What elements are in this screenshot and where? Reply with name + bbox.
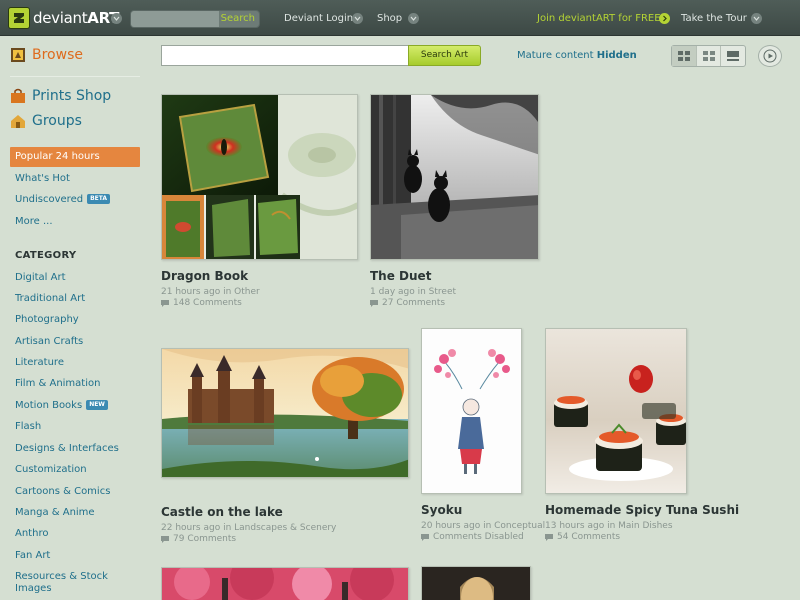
artwork-comments-label: 27 Comments (382, 298, 446, 308)
artwork-title-the-duet[interactable]: The Duet (370, 269, 431, 283)
artwork-thumbnail-castle-on-the-lake[interactable] (161, 348, 409, 478)
login-chevron-icon[interactable] (352, 13, 363, 24)
category-fan-art[interactable]: Fan Art (15, 550, 50, 562)
deviantart-logo-icon[interactable] (8, 7, 30, 29)
top-navigation-bar: deviantART Search Deviant Login Shop Joi… (0, 0, 800, 36)
sidebar-groups[interactable]: Groups (10, 113, 82, 129)
sidebar-prints-shop[interactable]: Prints Shop (10, 88, 111, 104)
brand-wordmark-light: deviant (33, 9, 88, 27)
sidebar-groups-label: Groups (32, 113, 82, 129)
tour-chevron-icon[interactable] (751, 13, 762, 24)
artwork-title-spicy-tuna-sushi[interactable]: Homemade Spicy Tuna Sushi (545, 503, 739, 517)
mature-content-label: Mature content (517, 50, 594, 61)
artwork-thumbnail-dragon-book[interactable] (161, 94, 358, 260)
sidebar-divider (10, 76, 140, 77)
beta-badge: BETA (87, 194, 111, 204)
sidebar-prints-shop-label: Prints Shop (32, 88, 112, 104)
category-flash[interactable]: Flash (15, 421, 41, 433)
artwork-meta-syoku: 20 hours ago in Conceptual (421, 521, 546, 531)
category-heading: CATEGORY (15, 250, 77, 261)
join-arrow-icon[interactable] (659, 13, 670, 24)
deviant-login-link[interactable]: Deviant Login (284, 13, 353, 25)
artwork-comments-dragon-book[interactable]: 148 Comments (161, 298, 242, 308)
comment-bubble-icon (370, 299, 378, 307)
category-motion-books-label: Motion Books (15, 400, 83, 411)
view-mode-switcher (671, 45, 746, 67)
artwork-thumbnail-the-duet[interactable] (370, 94, 539, 260)
category-designs-interfaces[interactable]: Designs & Interfaces (15, 443, 119, 455)
category-anthro[interactable]: Anthro (15, 528, 48, 540)
artwork-thumbnail-syoku[interactable] (421, 328, 522, 494)
join-link[interactable]: Join deviantART for FREE (537, 13, 661, 25)
take-the-tour-link[interactable]: Take the Tour (681, 13, 747, 25)
mature-content-value: Hidden (596, 50, 637, 61)
search-art-button[interactable]: Search Art (408, 45, 481, 66)
slideshow-strip-icon[interactable] (721, 46, 745, 66)
left-sidebar: Browse Prints Shop Groups Popular 24 hou… (0, 36, 150, 600)
brand-wordmark[interactable]: deviantART (33, 9, 119, 27)
comment-bubble-icon (545, 533, 553, 541)
browse-icon (10, 47, 26, 63)
category-manga-anime[interactable]: Manga & Anime (15, 507, 95, 519)
artwork-comments-label: 54 Comments (557, 532, 621, 542)
grid-small-icon[interactable] (697, 46, 722, 66)
category-digital-art[interactable]: Digital Art (15, 272, 65, 284)
sort-whats-hot[interactable]: What's Hot (15, 173, 70, 185)
comment-bubble-icon (161, 299, 169, 307)
artwork-meta-the-duet: 1 day ago in Street (370, 287, 457, 297)
topbar-search-button[interactable]: Search (221, 12, 255, 26)
artwork-thumbnail-partial-portrait[interactable] (421, 566, 531, 600)
artwork-thumbnail-partial-forest[interactable] (161, 567, 409, 600)
comment-bubble-icon (161, 535, 169, 543)
category-photography[interactable]: Photography (15, 314, 79, 326)
sidebar-browse[interactable]: Browse (10, 47, 83, 63)
artwork-title-castle-on-the-lake[interactable]: Castle on the lake (161, 505, 283, 519)
brand-menu-chevron-icon[interactable] (111, 13, 122, 24)
grid-large-icon[interactable] (672, 46, 697, 66)
category-resources-stock-images[interactable]: Resources & Stock Images (15, 571, 115, 595)
sort-more[interactable]: More ... (15, 216, 53, 228)
category-artisan-crafts[interactable]: Artisan Crafts (15, 336, 83, 348)
artwork-meta-castle-on-the-lake: 22 hours ago in Landscapes & Scenery (161, 523, 337, 533)
artwork-comments-label: 79 Comments (173, 534, 237, 544)
artwork-comments-the-duet[interactable]: 27 Comments (370, 298, 445, 308)
shop-link[interactable]: Shop (377, 13, 402, 25)
groups-house-icon (10, 113, 26, 129)
sort-undiscovered-label: Undiscovered (15, 194, 84, 205)
category-film-animation[interactable]: Film & Animation (15, 378, 100, 390)
shop-chevron-icon[interactable] (408, 13, 419, 24)
sidebar-browse-label: Browse (32, 47, 83, 63)
new-badge: NEW (86, 400, 108, 410)
artwork-comments-label: Comments Disabled (433, 532, 524, 542)
artwork-comments-syoku: Comments Disabled (421, 532, 524, 542)
art-search-input[interactable] (161, 45, 409, 66)
category-cartoons-comics[interactable]: Cartoons & Comics (15, 486, 110, 498)
artwork-comments-castle-on-the-lake[interactable]: 79 Comments (161, 534, 236, 544)
play-icon[interactable] (758, 45, 782, 67)
artwork-meta-spicy-tuna-sushi: 13 hours ago in Main Dishes (545, 521, 673, 531)
sort-undiscovered[interactable]: Undiscovered BETA (15, 194, 111, 206)
category-motion-books[interactable]: Motion Books NEW (15, 400, 108, 412)
topbar-search: Search (130, 10, 260, 28)
shopping-bag-icon (10, 88, 26, 104)
artwork-meta-dragon-book: 21 hours ago in Other (161, 287, 260, 297)
artwork-thumbnail-spicy-tuna-sushi[interactable] (545, 328, 687, 494)
topbar-search-input[interactable] (131, 11, 219, 27)
sort-popular-24-hours[interactable]: Popular 24 hours (10, 147, 140, 167)
category-customization[interactable]: Customization (15, 464, 87, 476)
artwork-comments-spicy-tuna-sushi[interactable]: 54 Comments (545, 532, 620, 542)
category-literature[interactable]: Literature (15, 357, 64, 369)
mature-content-toggle[interactable]: Mature content Hidden (517, 50, 637, 61)
artwork-title-syoku[interactable]: Syoku (421, 503, 462, 517)
category-traditional-art[interactable]: Traditional Art (15, 293, 85, 305)
artwork-title-dragon-book[interactable]: Dragon Book (161, 269, 248, 283)
comment-bubble-icon (421, 533, 429, 541)
artwork-comments-label: 148 Comments (173, 298, 242, 308)
